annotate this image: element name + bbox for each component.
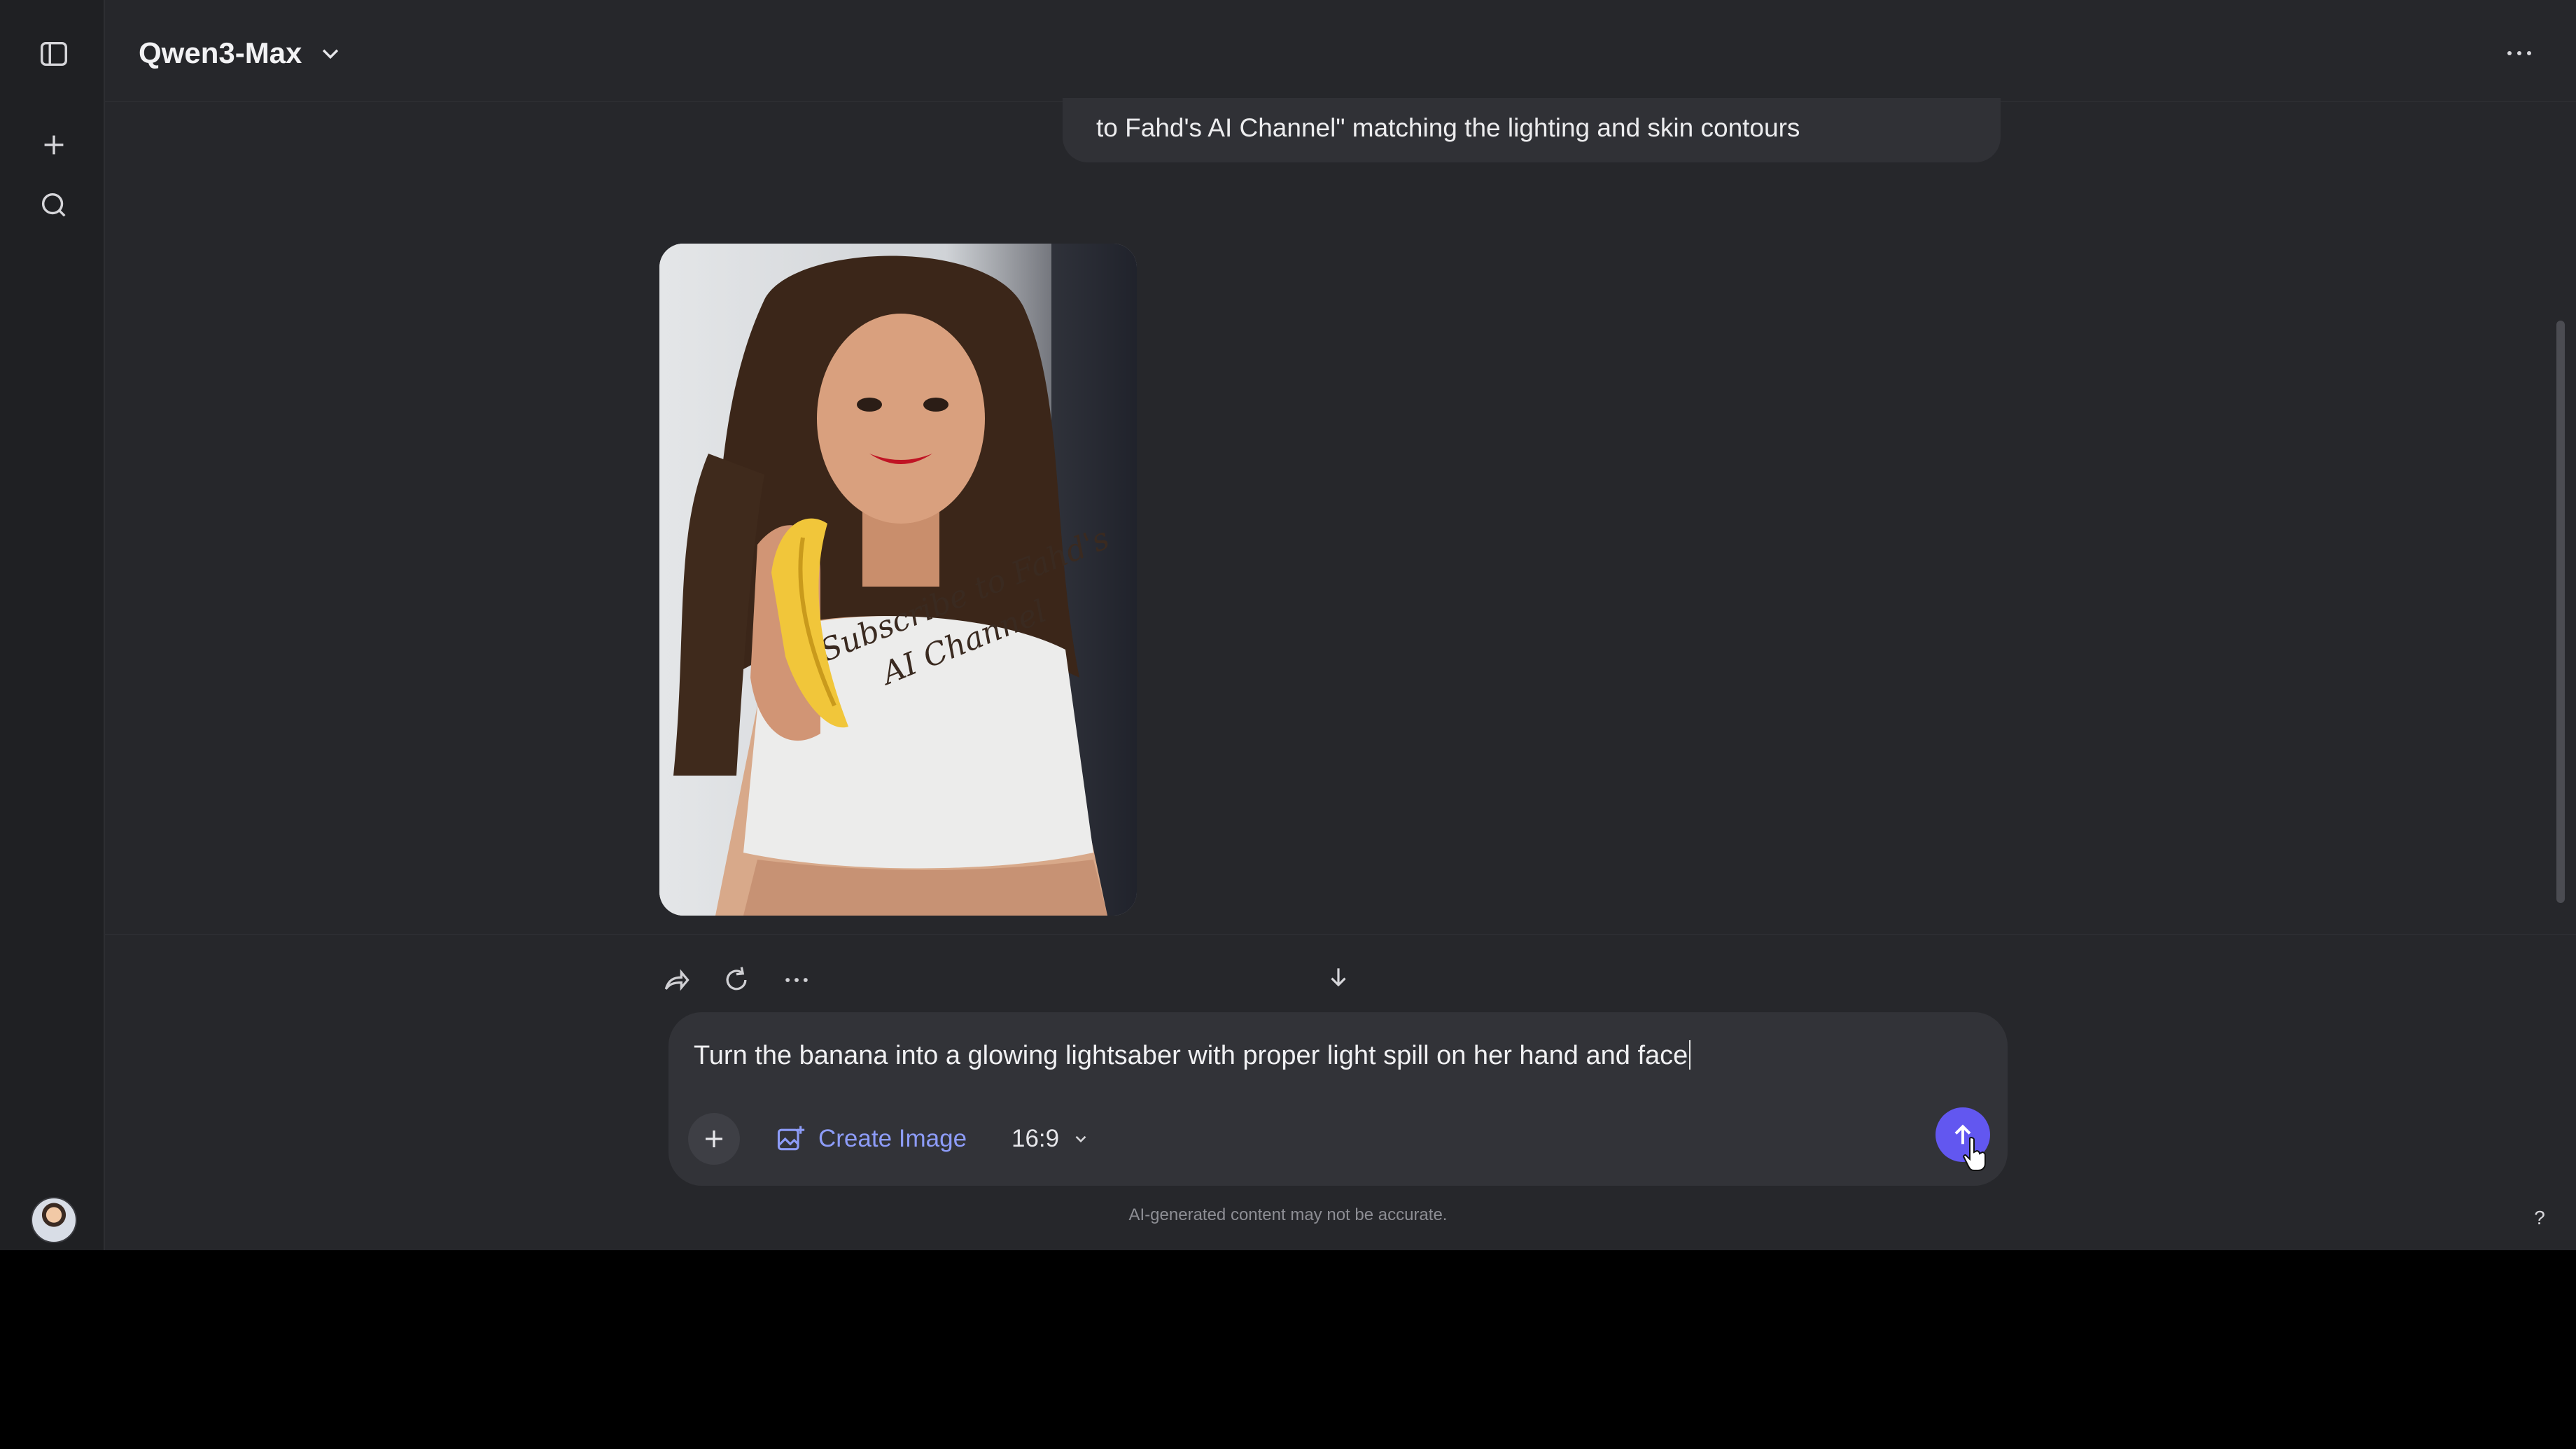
- ellipsis-icon: [785, 978, 808, 982]
- generated-image[interactable]: Subscribe to Fahd's AI Channel: [659, 244, 1137, 916]
- divider: [105, 934, 2576, 935]
- chevron-down-icon: [323, 49, 339, 59]
- app-window: Qwen3-Max to Fahd's AI Channel" matching…: [0, 0, 2576, 1250]
- ellipsis-icon: [2507, 51, 2531, 55]
- prompt-text: Turn the banana into a glowing lightsabe…: [694, 1041, 1688, 1070]
- search-button[interactable]: [28, 179, 80, 231]
- search-icon: [41, 192, 66, 217]
- image-generate-icon: [777, 1126, 805, 1151]
- share-icon: [664, 969, 690, 991]
- chevron-down-icon: [1075, 1135, 1086, 1143]
- scrollbar[interactable]: [2556, 321, 2565, 903]
- plus-icon: [44, 135, 64, 155]
- plus-icon: [706, 1130, 722, 1147]
- model-selector[interactable]: Qwen3-Max: [139, 31, 342, 76]
- create-image-label: Create Image: [818, 1125, 967, 1152]
- user-message: to Fahd's AI Channel" matching the light…: [1063, 98, 2001, 162]
- toggle-sidebar-button[interactable]: [28, 28, 80, 80]
- sidebar-panel-icon: [41, 41, 67, 66]
- text-caret: [1689, 1040, 1691, 1070]
- new-chat-button[interactable]: [28, 119, 80, 171]
- attach-button[interactable]: [688, 1113, 740, 1165]
- header: Qwen3-Max: [105, 0, 2576, 102]
- create-image-button[interactable]: Create Image: [775, 1116, 967, 1162]
- sidebar: [0, 0, 105, 1250]
- mouse-pointer-icon: [1963, 1137, 1986, 1171]
- scroll-to-bottom-button[interactable]: [1316, 955, 1361, 1000]
- regenerate-button[interactable]: [714, 958, 759, 1002]
- more-options-button[interactable]: [2495, 31, 2544, 76]
- message-more-button[interactable]: [774, 958, 819, 1002]
- arrow-down-icon: [1331, 968, 1346, 987]
- model-name: Qwen3-Max: [139, 36, 302, 69]
- disclaimer: AI-generated content may not be accurate…: [1128, 1205, 1448, 1224]
- composer: Turn the banana into a glowing lightsabe…: [668, 1012, 2008, 1186]
- share-button[interactable]: [654, 958, 699, 1002]
- portrait-illustration: Subscribe to Fahd's AI Channel: [659, 244, 1137, 916]
- prompt-input[interactable]: Turn the banana into a glowing lightsabe…: [694, 1040, 1924, 1071]
- aspect-ratio-select[interactable]: 16:9: [1011, 1116, 1090, 1162]
- aspect-ratio-value: 16:9: [1011, 1125, 1060, 1152]
- help-button[interactable]: ?: [2523, 1201, 2556, 1235]
- refresh-icon: [726, 967, 747, 990]
